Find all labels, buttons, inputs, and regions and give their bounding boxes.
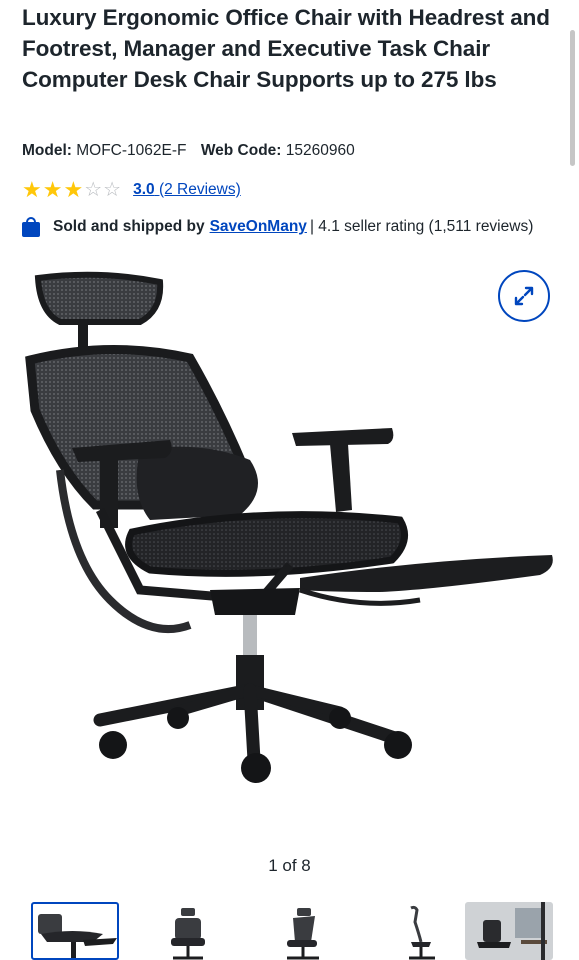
star-filled-icon: ★: [63, 177, 84, 202]
office-chair-image: [25, 271, 553, 783]
rating-row: ★ ★ ★ ☆ ☆ 3.0 (2 Reviews): [22, 178, 241, 202]
star-filled-icon: ★: [22, 177, 42, 202]
rating-value: 3.0: [133, 181, 155, 198]
webcode-label: Web Code:: [200, 142, 282, 159]
star-filled-icon: ★: [42, 177, 63, 202]
shopping-bag-icon: [22, 217, 40, 237]
thumbnail-3[interactable]: [257, 902, 345, 960]
image-counter: 1 of 8: [268, 856, 311, 875]
product-title: Luxury Ergonomic Office Chair with Headr…: [22, 5, 550, 92]
product-meta: Model: MOFC-1062E-F Web Code: 15260960: [22, 142, 355, 160]
star-empty-icon: ☆: [103, 179, 122, 201]
seller-rating: | 4.1 seller rating (1,511 reviews): [309, 218, 534, 235]
model-label: Model:: [22, 142, 72, 159]
star-rating: ★ ★ ★ ☆ ☆: [22, 177, 122, 202]
seller-link[interactable]: SaveOnMany: [210, 218, 307, 236]
model-value: MOFC-1062E-F: [76, 142, 187, 159]
reviews-count: (2 Reviews): [158, 181, 241, 198]
reviews-link[interactable]: 3.0 (2 Reviews): [133, 181, 241, 199]
webcode-value: 15260960: [285, 142, 355, 159]
thumbnail-strip: [31, 902, 571, 960]
expand-button[interactable]: [498, 270, 550, 322]
star-empty-icon: ☆: [84, 179, 103, 201]
expand-arrows-icon: [514, 286, 534, 306]
seller-row: Sold and shipped by SaveOnMany | 4.1 sel…: [22, 216, 533, 238]
sold-by-label: Sold and shipped by: [53, 218, 205, 235]
thumbnail-5[interactable]: [465, 902, 553, 960]
thumbnail-1[interactable]: [31, 902, 119, 960]
page-scrollbar[interactable]: [570, 30, 575, 166]
thumbnail-2[interactable]: [143, 902, 231, 960]
thumbnail-4[interactable]: [369, 902, 457, 960]
product-image[interactable]: [0, 255, 579, 815]
